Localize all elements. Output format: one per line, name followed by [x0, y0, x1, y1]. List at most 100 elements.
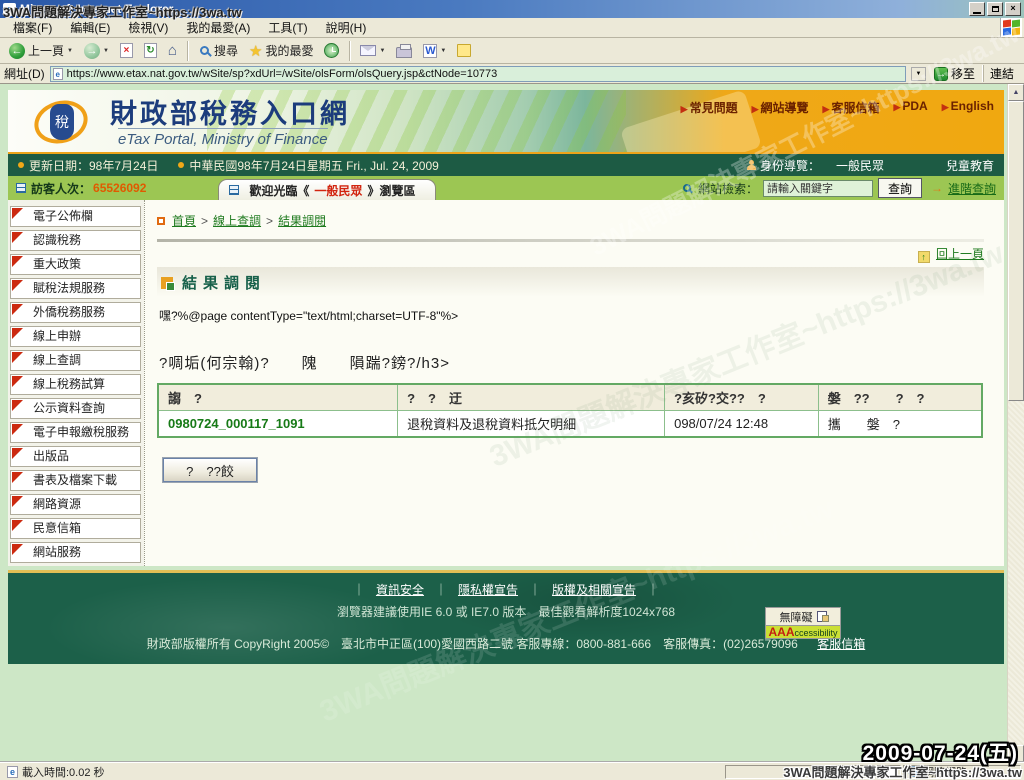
search-button[interactable]: 搜尋 — [194, 40, 242, 61]
sidebar-item[interactable]: 外僑稅務服務 — [10, 302, 141, 323]
go-label: 移至 — [951, 65, 975, 82]
sidebar-item[interactable]: 網站服務 — [10, 542, 141, 563]
browser-note: 瀏覽器建議使用IE 6.0 或 IE7.0 版本 最佳觀看解析度1024x768 — [8, 603, 1004, 620]
menu-item[interactable]: 我的最愛(A) — [177, 19, 259, 37]
breadcrumb-link[interactable]: 結果調閱 — [278, 214, 326, 228]
footer-links: ｜資訊安全｜隱私權宣告｜版權及相關宣告｜ — [8, 581, 1004, 598]
menu-bar: 檔案(F)編輯(E)檢視(V)我的最愛(A)工具(T)說明(H) — [0, 18, 1024, 38]
table-header-cell: 謅 ? — [158, 384, 398, 411]
edit-with-word-button[interactable]: W ▼ — [419, 42, 450, 60]
arrow-bullet-icon: ▶ — [823, 104, 830, 114]
site-search-input[interactable] — [763, 180, 873, 197]
sidebar-item[interactable]: 網路資源 — [10, 494, 141, 515]
menu-item[interactable]: 檢視(V) — [119, 19, 177, 37]
scroll-up-button[interactable]: ▲ — [1008, 84, 1024, 101]
page-icon: e — [53, 68, 63, 80]
back-label: 上一頁 — [28, 42, 64, 59]
identity-link[interactable]: 一般民眾 — [836, 157, 884, 174]
sidebar-menu: 電子公佈欄認識稅務重大政策賦稅法規服務外僑稅務服務線上申辦線上查調線上稅務試算公… — [8, 200, 144, 566]
minimize-button[interactable] — [969, 2, 985, 16]
toolbar-separator — [349, 41, 350, 61]
menu-item[interactable]: 說明(H) — [317, 19, 376, 37]
etax-logo-icon[interactable]: 稅 — [34, 94, 90, 150]
section-title: 結果調閱 — [182, 272, 266, 293]
links-menu[interactable]: 連結 — [983, 65, 1020, 82]
red-corner-icon — [12, 544, 23, 555]
sidebar-item[interactable]: 電子公佈欄 — [10, 206, 141, 227]
stop-icon: × — [120, 43, 133, 58]
sidebar-item[interactable]: 線上申辦 — [10, 326, 141, 347]
address-dropdown-icon[interactable]: ▼ — [911, 67, 926, 81]
mail-dropdown-icon[interactable]: ▼ — [379, 48, 385, 54]
footer-link[interactable]: 版權及相關宣告 — [552, 583, 636, 597]
breadcrumb: 首頁>線上查調>結果調閱 — [157, 212, 984, 229]
forward-button[interactable]: → ▼ — [80, 41, 113, 61]
forward-dropdown-icon[interactable]: ▼ — [103, 48, 109, 54]
sidebar-item[interactable]: 線上稅務試算 — [10, 374, 141, 395]
discuss-button[interactable] — [453, 42, 475, 59]
banner-top-link[interactable]: ▶PDA — [893, 99, 927, 116]
sidebar-item[interactable]: 民意信箱 — [10, 518, 141, 539]
vertical-scrollbar[interactable]: ▲ ▼ — [1007, 84, 1024, 762]
history-button[interactable] — [320, 41, 343, 60]
table-header-row: 謅 ?? ? 迂?亥矽?交?? ?媻 ?? ? ? — [158, 384, 982, 411]
close-button[interactable]: × — [1005, 2, 1021, 16]
address-input[interactable]: e https://www.etax.nat.gov.tw/wSite/sp?x… — [50, 66, 906, 82]
results-table: 謅 ?? ? 迂?亥矽?交?? ?媻 ?? ? ? 0980724_000117… — [157, 383, 983, 438]
table-header-cell: ? ? 迂 — [398, 384, 665, 411]
stop-button[interactable]: × — [116, 41, 137, 60]
result-id-link[interactable]: 0980724_000117_1091 — [168, 416, 305, 431]
back-button[interactable]: ← 上一頁 ▼ — [5, 40, 77, 61]
arrow-icon: → — [931, 181, 943, 195]
breadcrumb-link[interactable]: 首頁 — [172, 214, 196, 228]
sidebar-item[interactable]: 重大政策 — [10, 254, 141, 275]
restore-button[interactable] — [987, 2, 1003, 16]
footer-link[interactable]: 資訊安全 — [376, 583, 424, 597]
sidebar-item[interactable]: 線上查調 — [10, 350, 141, 371]
go-button[interactable]: → 移至 — [931, 64, 978, 83]
toolbar-separator — [187, 41, 188, 61]
info-bar: 更新日期：98年7月24日 中華民國98年7月24日星期五 Fri., Jul.… — [8, 154, 1004, 176]
banner-links: ▶常見問題 ▶網站導覽 ▶客服信箱 ▶PDA ▶English — [681, 99, 994, 116]
table-cell: 退稅資料及退稅資料抵欠明細 — [398, 411, 665, 438]
sidebar-item[interactable]: 電子申報繳稅服務 — [10, 422, 141, 443]
toolbar: ← 上一頁 ▼ → ▼ × ↻ ⌂ 搜尋 ★ 我的最愛 — [0, 38, 1024, 64]
content-action-button[interactable]: ? ??餃 — [163, 458, 257, 482]
menu-item[interactable]: 編輯(E) — [61, 19, 119, 37]
garbled-heading: ?啁垢(何宗翰)? 隗 隕踹?鎊?/h3> — [159, 352, 984, 373]
main-content: 首頁>線上查調>結果調閱 ↑ 回上一頁 結果調閱 嘿?%@page conten… — [144, 200, 1004, 566]
footer-link[interactable]: 隱私權宣告 — [458, 583, 518, 597]
scrollbar-thumb[interactable] — [1008, 101, 1024, 401]
mail-button[interactable]: ▼ — [356, 43, 389, 58]
print-button[interactable] — [392, 42, 416, 60]
favorites-button[interactable]: ★ 我的最愛 — [245, 40, 317, 62]
site-search-button[interactable]: 查詢 — [878, 178, 922, 198]
back-page-link[interactable]: 回上一頁 — [936, 247, 984, 261]
banner-top-link[interactable]: ▶English — [942, 99, 994, 116]
identity-link[interactable]: 兒童教育 — [946, 157, 994, 174]
breadcrumb-link[interactable]: 線上查調 — [213, 214, 261, 228]
accessibility-icon — [817, 611, 827, 622]
banner-top-link[interactable]: ▶常見問題 — [681, 99, 738, 116]
home-button[interactable]: ⌂ — [164, 41, 181, 61]
sidebar-item[interactable]: 認識稅務 — [10, 230, 141, 251]
sidebar-item[interactable]: 書表及檔案下載 — [10, 470, 141, 491]
sidebar-item[interactable]: 賦稅法規服務 — [10, 278, 141, 299]
advanced-search-link[interactable]: 進階查詢 — [948, 180, 996, 197]
footer-separator: ｜ — [353, 583, 365, 597]
menu-item[interactable]: 工具(T) — [259, 19, 316, 37]
service-mail-link[interactable]: 客服信箱 — [817, 637, 865, 651]
banner-top-link[interactable]: ▶客服信箱 — [823, 99, 880, 116]
table-cell: 098/07/24 12:48 — [665, 411, 819, 438]
refresh-button[interactable]: ↻ — [140, 41, 161, 60]
copyright: 財政部版權所有 CopyRight 2005© 臺北市中正區(100)愛國西路二… — [8, 635, 1004, 652]
banner-top-link[interactable]: ▶網站導覽 — [752, 99, 809, 116]
menu-item[interactable]: 檔案(F) — [4, 19, 61, 37]
sidebar-item[interactable]: 公示資料查詢 — [10, 398, 141, 419]
word-dropdown-icon[interactable]: ▼ — [440, 48, 446, 54]
grid-icon — [229, 185, 239, 195]
table-row: 0980724_000117_1091 退稅資料及退稅資料抵欠明細098/07/2… — [158, 411, 982, 438]
accessibility-badge[interactable]: 無障礙 AAAccessibility — [765, 607, 841, 639]
back-dropdown-icon[interactable]: ▼ — [67, 48, 73, 54]
sidebar-item[interactable]: 出版品 — [10, 446, 141, 467]
